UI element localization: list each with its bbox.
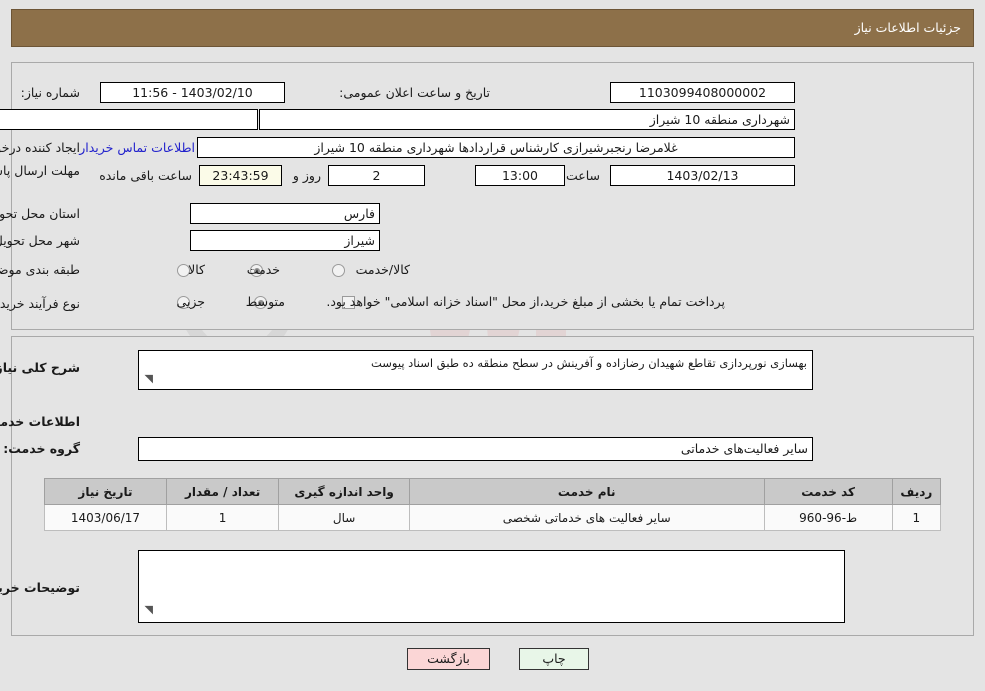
deadline-label: مهلت ارسال پاسخ: تا تاریخ: <box>0 163 80 178</box>
service-group-label: گروه خدمت: <box>3 441 80 456</box>
th-need-date: تاریخ نیاز <box>44 478 167 505</box>
category-label: طبقه بندی موضوعی: <box>0 262 80 277</box>
creator-value: غلامرضا رنجبرشیرازی کارشناس قراردادها شه… <box>197 137 795 158</box>
announce-datetime-value: 1403/02/10 - 11:56 <box>100 82 285 103</box>
th-quantity: تعداد / مقدار <box>165 478 280 505</box>
header-bar: جزئیات اطلاعات نیاز <box>11 9 974 47</box>
treasury-note-label: پرداخت تمام یا بخشی از مبلغ خرید،از محل … <box>326 294 725 309</box>
category-option-khedmat-label: خدمت <box>246 262 280 277</box>
process-type-label: نوع فرآیند خرید : <box>0 296 80 311</box>
page-root: S AriaTender.net جزئیات اطلاعات نیاز شما… <box>0 0 985 691</box>
countdown-timer: 23:43:59 <box>199 165 282 186</box>
deadline-hour-label: ساعت <box>565 168 600 183</box>
print-button[interactable]: چاپ <box>519 648 589 670</box>
th-service-code: کد خدمت <box>763 478 893 505</box>
table-header-row: ردیف کد خدمت نام خدمت واحد اندازه گیری ت… <box>44 478 942 505</box>
cell-row-no: 1 <box>891 504 942 531</box>
cell-service-code: ط-96-960 <box>763 504 893 531</box>
deadline-date-value: 1403/02/13 <box>610 165 795 186</box>
services-table: ردیف کد خدمت نام خدمت واحد اندازه گیری ت… <box>44 478 942 531</box>
creator-label: ایجاد کننده درخواست: <box>0 140 80 155</box>
buyer-org-value: شهرداری منطقه 10 شیراز <box>259 109 795 130</box>
process-option-jozi-label: جزیی <box>176 294 205 309</box>
cell-quantity: 1 <box>165 504 280 531</box>
cell-service-name: سایر فعالیت های خدماتی شخصی <box>408 504 765 531</box>
general-desc-label: شرح کلی نیاز: <box>0 360 80 375</box>
general-desc-resize-grip[interactable]: ◥ <box>145 372 153 385</box>
days-unit-label: روز و <box>292 168 321 183</box>
city-label: شهر محل تحویل: <box>0 233 80 248</box>
cell-need-date: 1403/06/17 <box>44 504 167 531</box>
buyer-contact-link[interactable]: اطلاعات تماس خریدار <box>79 140 195 155</box>
th-row-no: ردیف <box>891 478 942 505</box>
buyer-notes-resize-grip[interactable]: ◥ <box>145 603 153 616</box>
th-unit: واحد اندازه گیری <box>278 478 410 505</box>
cell-unit: سال <box>278 504 410 531</box>
th-service-name: نام خدمت <box>408 478 765 505</box>
announce-datetime-label: تاریخ و ساعت اعلان عمومی: <box>339 85 490 100</box>
countdown-suffix-label: ساعت باقی مانده <box>99 168 192 183</box>
process-option-motavasset-label: متوسط <box>245 294 285 309</box>
city-value: شیراز <box>190 230 380 251</box>
days-remaining-value: 2 <box>328 165 425 186</box>
deadline-time-value: 13:00 <box>475 165 565 186</box>
radio-category-kala-khedmat[interactable] <box>332 264 345 277</box>
buyer-notes-textarea[interactable] <box>138 550 845 623</box>
category-option-kala-label: کالا <box>188 262 205 277</box>
need-number-value: 1103099408000002 <box>610 82 795 103</box>
service-group-value: سایر فعالیت‌های خدماتی <box>138 437 813 461</box>
page-title: جزئیات اطلاعات نیاز <box>854 20 961 35</box>
general-desc-textarea[interactable]: بهسازی نورپردازی تقاطع شهیدان رضازاده و … <box>138 350 813 390</box>
services-heading: اطلاعات خدمات مورد نیاز <box>0 414 80 429</box>
category-option-kala-khedmat-label: کالا/خدمت <box>355 262 410 277</box>
buyer-org-extension-field <box>0 109 258 130</box>
table-row: 1 ط-96-960 سایر فعالیت های خدماتی شخصی س… <box>44 504 942 531</box>
buyer-notes-label: توضیحات خریدار: <box>0 580 80 595</box>
need-number-label: شماره نیاز: <box>20 85 80 100</box>
back-button[interactable]: بازگشت <box>407 648 490 670</box>
province-label: استان محل تحویل: <box>0 206 80 221</box>
province-value: فارس <box>190 203 380 224</box>
